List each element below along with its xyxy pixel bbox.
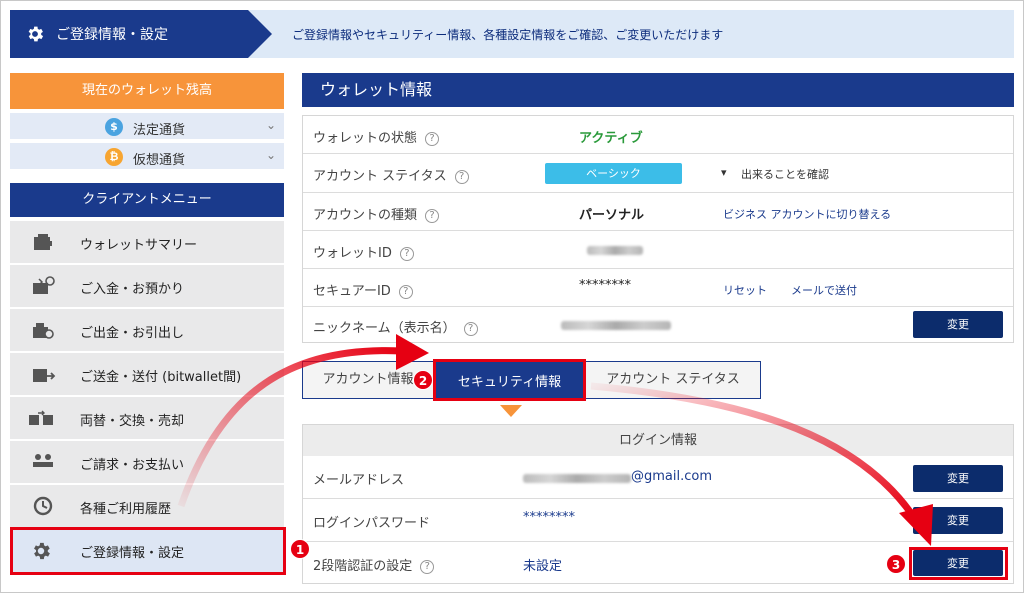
twofa-value: 未設定	[523, 559, 563, 574]
sidebar-item-label: ウォレットサマリー	[80, 238, 198, 253]
transfer-icon	[33, 369, 56, 382]
deposit-icon	[33, 276, 55, 294]
help-icon[interactable]: ?	[425, 132, 440, 146]
help-icon[interactable]: ?	[398, 285, 413, 299]
wallet-status-value: アクティブ	[579, 131, 643, 146]
email-row: メールアドレス @gmail.com 変更	[303, 456, 1013, 499]
chevron-down-icon[interactable]: ⌄	[266, 148, 276, 162]
currency-label: 法定通貨	[133, 123, 186, 138]
currency-fiat-row[interactable]: $ 法定通貨 ⌄	[10, 113, 284, 141]
sidebar-item-label: ご請求・お支払い	[80, 458, 185, 473]
sidebar-item-label: ご出金・お引出し	[80, 326, 185, 341]
nickname-row: ニックネーム（表示名）? 変更	[303, 307, 1013, 343]
nickname-redacted	[561, 321, 671, 330]
email-change-button[interactable]: 変更	[913, 465, 1003, 492]
row-label: アカウント ステイタス?	[313, 165, 469, 184]
page-title: ご登録情報・設定	[56, 27, 168, 43]
page-description: ご登録情報やセキュリティー情報、各種設定情報をご確認、ご変更いただけます	[292, 28, 724, 42]
gear-icon	[28, 26, 44, 42]
page-header: ご登録情報・設定 ご登録情報やセキュリティー情報、各種設定情報をご確認、ご変更い…	[10, 10, 1014, 58]
help-icon[interactable]: ?	[399, 247, 414, 261]
secure-id-reset-link[interactable]: リセット	[723, 282, 767, 298]
nickname-change-button[interactable]: 変更	[913, 311, 1003, 338]
dollar-coin-icon: $	[105, 118, 123, 136]
tab-security-info[interactable]: セキュリティ情報	[433, 359, 586, 401]
help-icon[interactable]: ?	[425, 209, 440, 223]
tab-account-status[interactable]: アカウント ステイタス	[587, 362, 759, 398]
password-value: ********	[523, 510, 575, 525]
row-label: ウォレットID?	[313, 242, 414, 261]
account-type-value: パーソナル	[579, 208, 645, 223]
sidebar-item-label: ご送金・送付 (bitwallet間)	[80, 370, 242, 385]
password-row: ログインパスワード ******** 変更	[303, 499, 1013, 542]
login-info-table: ログイン情報 メールアドレス @gmail.com 変更 ログインパスワード *…	[302, 424, 1014, 584]
client-menu-title: クライアントメニュー	[10, 183, 284, 217]
highlight-settings-menu	[10, 527, 286, 575]
wallet-id-row: ウォレットID?	[303, 231, 1013, 269]
row-label: ウォレットの状態?	[313, 127, 440, 146]
chevron-down-icon[interactable]: ▾	[721, 166, 727, 179]
step-badge-1: 1	[290, 539, 310, 559]
page-frame: ご登録情報・設定 ご登録情報やセキュリティー情報、各種設定情報をご確認、ご変更い…	[0, 0, 1024, 593]
wallet-balance-title: 現在のウォレット残高	[10, 73, 284, 109]
row-label: 2段階認証の設定?	[313, 555, 435, 574]
invoice-icon	[33, 454, 53, 467]
step-badge-2: 2	[413, 370, 433, 390]
account-status-badge: ベーシック	[545, 163, 682, 184]
login-info-title: ログイン情報	[303, 425, 1013, 456]
switch-business-link[interactable]: ビジネス アカウントに切り替える	[723, 206, 891, 222]
wallet-status-row: ウォレットの状態? アクティブ	[303, 116, 1013, 154]
sidebar-item-exchange[interactable]: 両替・交換・売却	[10, 397, 284, 440]
step-badge-3: 3	[886, 554, 906, 574]
password-change-button[interactable]: 変更	[913, 507, 1003, 534]
wallet-info-title: ウォレット情報	[302, 73, 1014, 107]
history-icon	[33, 496, 53, 516]
active-tab-pointer	[500, 405, 522, 417]
email-label: メールアドレス	[313, 473, 405, 488]
help-icon[interactable]: ?	[463, 322, 478, 336]
secure-id-row: セキュアーID? ******** リセット メールで送付	[303, 269, 1013, 307]
bitcoin-coin-icon: ₿	[105, 148, 123, 166]
sidebar-item-transfer[interactable]: ご送金・送付 (bitwallet間)	[10, 353, 284, 396]
sidebar-item-label: 各種ご利用履歴	[80, 502, 172, 517]
sidebar-item-invoice[interactable]: ご請求・お支払い	[10, 441, 284, 484]
currency-label: 仮想通貨	[133, 153, 186, 168]
row-label: アカウントの種類?	[313, 204, 440, 223]
sidebar-item-history[interactable]: 各種ご利用履歴	[10, 485, 284, 528]
row-label: ニックネーム（表示名）?	[313, 317, 478, 336]
email-redacted	[523, 474, 631, 483]
email-domain: @gmail.com	[631, 469, 713, 484]
twofa-row: 2段階認証の設定? 未設定 変更	[303, 542, 1013, 583]
wallet-info-table: ウォレットの状態? アクティブ アカウント ステイタス? ベーシック ▾ 出来る…	[302, 115, 1014, 343]
sidebar-item-deposit[interactable]: ご入金・お預かり	[10, 265, 284, 308]
wallet-id-redacted	[587, 246, 643, 255]
row-label: セキュアーID?	[313, 280, 413, 299]
account-status-row: アカウント ステイタス? ベーシック ▾ 出来ることを確認	[303, 154, 1013, 193]
highlight-twofa-change	[909, 547, 1008, 580]
sidebar-item-withdraw[interactable]: ご出金・お引出し	[10, 309, 284, 352]
sidebar-item-wallet-summary[interactable]: ウォレットサマリー	[10, 221, 284, 264]
secure-id-mail-link[interactable]: メールで送付	[791, 282, 857, 298]
wallet-icon	[34, 234, 52, 250]
currency-crypto-row[interactable]: ₿ 仮想通貨 ⌄	[10, 143, 284, 171]
account-type-row: アカウントの種類? パーソナル ビジネス アカウントに切り替える	[303, 193, 1013, 231]
chevron-down-icon[interactable]: ⌄	[266, 118, 276, 132]
withdraw-icon	[33, 323, 54, 339]
help-icon[interactable]: ?	[454, 170, 469, 184]
exchange-icon	[29, 410, 53, 425]
what-you-can-do-link[interactable]: 出来ることを確認	[741, 166, 829, 182]
password-label: ログインパスワード	[313, 516, 431, 531]
secure-id-value: ********	[579, 278, 631, 293]
help-icon[interactable]: ?	[420, 560, 435, 574]
sidebar-item-label: ご入金・お預かり	[80, 282, 185, 297]
sidebar-item-label: 両替・交換・売却	[80, 414, 185, 429]
